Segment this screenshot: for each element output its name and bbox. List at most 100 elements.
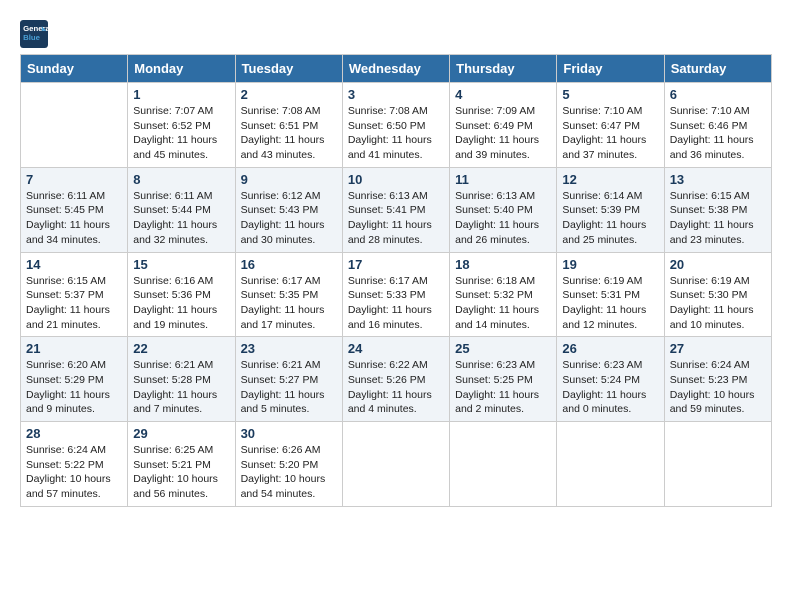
day-number: 4 [455,87,551,102]
calendar-week-row: 21 Sunrise: 6:20 AMSunset: 5:29 PMDayligh… [21,337,772,422]
day-number: 20 [670,257,766,272]
calendar-week-row: 7 Sunrise: 6:11 AMSunset: 5:45 PMDaylight… [21,167,772,252]
calendar-cell: 9 Sunrise: 6:12 AMSunset: 5:43 PMDaylight… [235,167,342,252]
calendar-week-row: 14 Sunrise: 6:15 AMSunset: 5:37 PMDayligh… [21,252,772,337]
weekday-header-monday: Monday [128,55,235,83]
day-info: Sunrise: 6:26 AMSunset: 5:20 PMDaylight:… [241,443,337,502]
day-info: Sunrise: 7:08 AMSunset: 6:50 PMDaylight:… [348,104,444,163]
day-number: 14 [26,257,122,272]
day-info: Sunrise: 6:19 AMSunset: 5:31 PMDaylight:… [562,274,658,333]
day-number: 1 [133,87,229,102]
day-number: 25 [455,341,551,356]
calendar-cell: 2 Sunrise: 7:08 AMSunset: 6:51 PMDaylight… [235,83,342,168]
logo-icon: General Blue [20,20,48,48]
calendar-cell [664,422,771,507]
calendar-cell: 19 Sunrise: 6:19 AMSunset: 5:31 PMDayligh… [557,252,664,337]
day-info: Sunrise: 6:25 AMSunset: 5:21 PMDaylight:… [133,443,229,502]
day-info: Sunrise: 6:11 AMSunset: 5:45 PMDaylight:… [26,189,122,248]
day-number: 12 [562,172,658,187]
day-info: Sunrise: 7:07 AMSunset: 6:52 PMDaylight:… [133,104,229,163]
day-number: 28 [26,426,122,441]
day-info: Sunrise: 6:11 AMSunset: 5:44 PMDaylight:… [133,189,229,248]
day-number: 3 [348,87,444,102]
day-number: 11 [455,172,551,187]
day-number: 22 [133,341,229,356]
day-info: Sunrise: 6:23 AMSunset: 5:25 PMDaylight:… [455,358,551,417]
calendar-cell: 6 Sunrise: 7:10 AMSunset: 6:46 PMDaylight… [664,83,771,168]
day-number: 2 [241,87,337,102]
calendar-cell: 20 Sunrise: 6:19 AMSunset: 5:30 PMDayligh… [664,252,771,337]
weekday-header-friday: Friday [557,55,664,83]
calendar-cell: 1 Sunrise: 7:07 AMSunset: 6:52 PMDaylight… [128,83,235,168]
day-info: Sunrise: 6:16 AMSunset: 5:36 PMDaylight:… [133,274,229,333]
day-number: 10 [348,172,444,187]
day-info: Sunrise: 6:15 AMSunset: 5:37 PMDaylight:… [26,274,122,333]
day-number: 16 [241,257,337,272]
weekday-header-saturday: Saturday [664,55,771,83]
calendar-cell: 26 Sunrise: 6:23 AMSunset: 5:24 PMDayligh… [557,337,664,422]
day-info: Sunrise: 6:13 AMSunset: 5:40 PMDaylight:… [455,189,551,248]
day-info: Sunrise: 6:17 AMSunset: 5:35 PMDaylight:… [241,274,337,333]
calendar-cell: 11 Sunrise: 6:13 AMSunset: 5:40 PMDayligh… [450,167,557,252]
day-info: Sunrise: 6:14 AMSunset: 5:39 PMDaylight:… [562,189,658,248]
day-info: Sunrise: 6:13 AMSunset: 5:41 PMDaylight:… [348,189,444,248]
day-number: 9 [241,172,337,187]
day-info: Sunrise: 6:22 AMSunset: 5:26 PMDaylight:… [348,358,444,417]
day-number: 29 [133,426,229,441]
calendar-cell: 22 Sunrise: 6:21 AMSunset: 5:28 PMDayligh… [128,337,235,422]
calendar-cell: 12 Sunrise: 6:14 AMSunset: 5:39 PMDayligh… [557,167,664,252]
day-number: 18 [455,257,551,272]
svg-text:Blue: Blue [23,33,41,42]
calendar-cell: 15 Sunrise: 6:16 AMSunset: 5:36 PMDayligh… [128,252,235,337]
calendar-cell: 3 Sunrise: 7:08 AMSunset: 6:50 PMDaylight… [342,83,449,168]
calendar-cell: 23Sunrise: 6:21 AMSunset: 5:27 PMDayligh… [235,337,342,422]
weekday-header-sunday: Sunday [21,55,128,83]
day-number: 6 [670,87,766,102]
day-number: 7 [26,172,122,187]
calendar-cell: 27 Sunrise: 6:24 AMSunset: 5:23 PMDayligh… [664,337,771,422]
weekday-header-tuesday: Tuesday [235,55,342,83]
day-number: 27 [670,341,766,356]
day-number: 19 [562,257,658,272]
day-info: Sunrise: 7:08 AMSunset: 6:51 PMDaylight:… [241,104,337,163]
calendar-week-row: 1 Sunrise: 7:07 AMSunset: 6:52 PMDaylight… [21,83,772,168]
calendar-cell: 4 Sunrise: 7:09 AMSunset: 6:49 PMDaylight… [450,83,557,168]
calendar-cell: 30Sunrise: 6:26 AMSunset: 5:20 PMDayligh… [235,422,342,507]
header: General Blue [20,20,772,48]
day-info: Sunrise: 6:17 AMSunset: 5:33 PMDaylight:… [348,274,444,333]
day-info: Sunrise: 6:18 AMSunset: 5:32 PMDaylight:… [455,274,551,333]
day-info: Sunrise: 6:24 AMSunset: 5:23 PMDaylight:… [670,358,766,417]
calendar-cell: 21 Sunrise: 6:20 AMSunset: 5:29 PMDayligh… [21,337,128,422]
day-number: 26 [562,341,658,356]
svg-text:General: General [23,24,48,33]
day-info: Sunrise: 6:20 AMSunset: 5:29 PMDaylight:… [26,358,122,417]
day-number: 15 [133,257,229,272]
day-info: Sunrise: 7:10 AMSunset: 6:46 PMDaylight:… [670,104,766,163]
day-number: 8 [133,172,229,187]
day-info: Sunrise: 6:19 AMSunset: 5:30 PMDaylight:… [670,274,766,333]
calendar-cell [21,83,128,168]
day-number: 21 [26,341,122,356]
day-info: Sunrise: 6:21 AMSunset: 5:28 PMDaylight:… [133,358,229,417]
day-info: Sunrise: 6:12 AMSunset: 5:43 PMDaylight:… [241,189,337,248]
day-info: Sunrise: 6:23 AMSunset: 5:24 PMDaylight:… [562,358,658,417]
day-info: Sunrise: 7:09 AMSunset: 6:49 PMDaylight:… [455,104,551,163]
calendar-cell [342,422,449,507]
day-info: Sunrise: 7:10 AMSunset: 6:47 PMDaylight:… [562,104,658,163]
calendar-cell: 13 Sunrise: 6:15 AMSunset: 5:38 PMDayligh… [664,167,771,252]
day-number: 23 [241,341,337,356]
calendar-cell: 10 Sunrise: 6:13 AMSunset: 5:41 PMDayligh… [342,167,449,252]
day-info: Sunrise: 6:15 AMSunset: 5:38 PMDaylight:… [670,189,766,248]
calendar-cell: 14 Sunrise: 6:15 AMSunset: 5:37 PMDayligh… [21,252,128,337]
day-number: 13 [670,172,766,187]
calendar-week-row: 28Sunrise: 6:24 AMSunset: 5:22 PMDayligh… [21,422,772,507]
calendar-cell [450,422,557,507]
day-number: 24 [348,341,444,356]
calendar-cell: 5 Sunrise: 7:10 AMSunset: 6:47 PMDaylight… [557,83,664,168]
calendar-cell: 17Sunrise: 6:17 AMSunset: 5:33 PMDayligh… [342,252,449,337]
logo: General Blue [20,20,52,48]
day-number: 5 [562,87,658,102]
calendar-cell [557,422,664,507]
calendar-cell: 16 Sunrise: 6:17 AMSunset: 5:35 PMDayligh… [235,252,342,337]
calendar-cell: 8 Sunrise: 6:11 AMSunset: 5:44 PMDaylight… [128,167,235,252]
